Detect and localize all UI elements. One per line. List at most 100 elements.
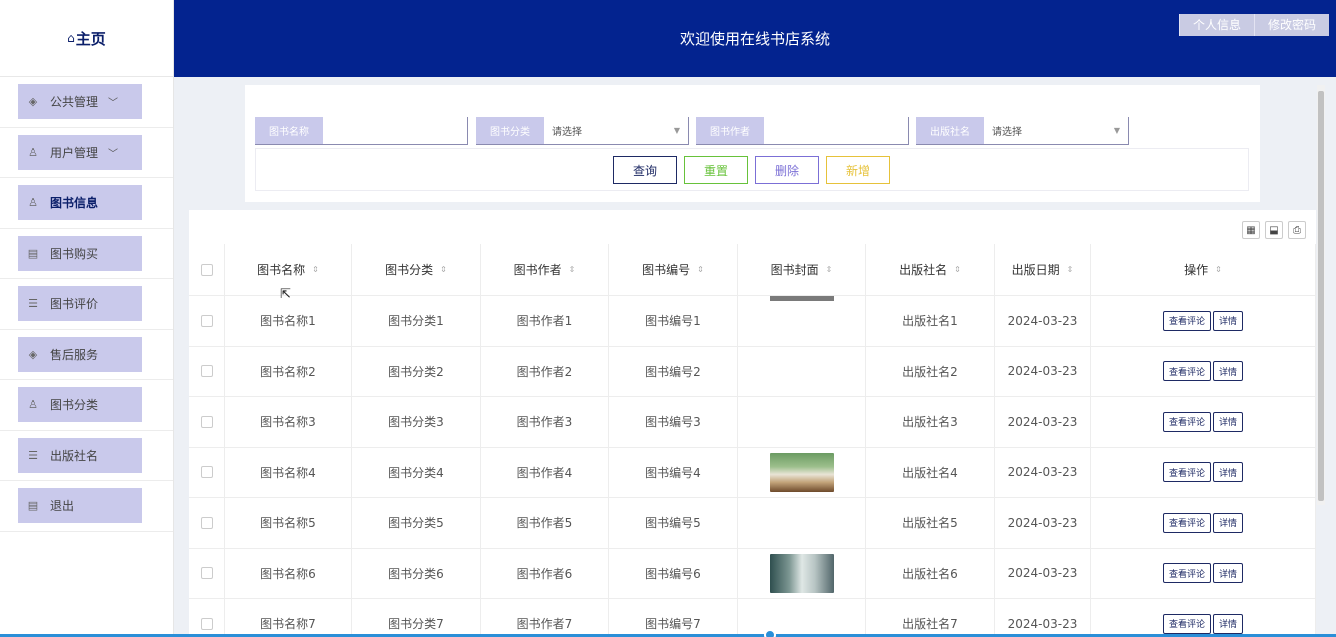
- select-all-cell: [189, 244, 225, 295]
- column-header[interactable]: 图书分类 ⇕: [352, 244, 481, 295]
- row-checkbox[interactable]: [200, 567, 213, 580]
- reset-button[interactable]: 重置: [684, 156, 748, 184]
- table-row[interactable]: 图书名称7 图书分类7 图书作者7 图书编号7 出版社名7 2024-03-23 查看评论详…: [189, 599, 1316, 637]
- table-row[interactable]: 图书名称6 图书分类6 图书作者6 图书编号6 出版社名6 2024-03-23 查看评论详…: [189, 548, 1316, 599]
- sidebar-item-1[interactable]: ♙ 用户管理 ﹀: [18, 134, 142, 170]
- column-header-label: 图书作者: [513, 263, 562, 277]
- row-checkbox[interactable]: [200, 617, 213, 630]
- column-header[interactable]: 操作 ⇕: [1091, 244, 1316, 295]
- page-title: 欢迎使用在线书店系统: [679, 30, 830, 48]
- detail-button[interactable]: 详情: [1213, 411, 1244, 432]
- category-select[interactable]: 请选择 ▼: [544, 117, 689, 144]
- book-cover-image: [769, 452, 834, 492]
- sidebar-item-3[interactable]: ▤ 图书购买: [18, 235, 142, 271]
- view-comments-button[interactable]: 查看评论: [1162, 361, 1211, 382]
- sidebar-item-8[interactable]: ▤ 退出: [18, 488, 142, 524]
- view-comments-button[interactable]: 查看评论: [1162, 462, 1211, 483]
- select-all-checkbox[interactable]: [200, 263, 213, 276]
- scrollbar-thumb[interactable]: [1318, 91, 1324, 501]
- sidebar-row: ☰ 出版社名: [0, 431, 173, 481]
- view-comments-button[interactable]: 查看评论: [1162, 411, 1211, 432]
- table-row[interactable]: 图书名称5 图书分类5 图书作者5 图书编号5 出版社名5 2024-03-23 查看评论详…: [189, 498, 1316, 549]
- table-row[interactable]: 图书名称4 图书分类4 图书作者4 图书编号4 出版社名4 2024-03-23 查看评论详…: [189, 447, 1316, 498]
- column-header[interactable]: 图书作者 ⇕: [481, 244, 609, 295]
- detail-button[interactable]: 详情: [1213, 361, 1244, 382]
- row-checkbox[interactable]: [200, 365, 213, 378]
- sort-icon[interactable]: ⇕: [826, 265, 833, 274]
- sort-icon[interactable]: ⇕: [1215, 265, 1222, 274]
- add-button[interactable]: 新增: [826, 156, 890, 184]
- sort-icon[interactable]: ⇕: [569, 265, 576, 274]
- sort-icon[interactable]: ⇕: [440, 265, 447, 274]
- query-button[interactable]: 查询: [613, 156, 677, 184]
- cell-date: 2024-03-23: [995, 599, 1091, 637]
- view-comments-button[interactable]: 查看评论: [1162, 310, 1211, 331]
- chevron-down-icon: ﹀: [108, 98, 119, 110]
- column-header-label: 出版社名: [899, 263, 948, 277]
- sidebar-row: ♙ 用户管理 ﹀: [0, 128, 173, 178]
- column-header[interactable]: 图书封面 ⇕: [738, 244, 866, 295]
- row-checkbox[interactable]: [200, 466, 213, 479]
- table-row[interactable]: 图书名称3 图书分类3 图书作者3 图书编号3 出版社名3 2024-03-23 查看评论详…: [189, 397, 1316, 448]
- home-link[interactable]: ⌂ 主页: [0, 0, 173, 77]
- sort-icon[interactable]: ⇕: [312, 265, 319, 274]
- delete-button[interactable]: 删除: [755, 156, 819, 184]
- cell-category: 图书分类6: [352, 548, 481, 598]
- change-password-button[interactable]: 修改密码: [1253, 14, 1329, 36]
- detail-button[interactable]: 详情: [1213, 310, 1244, 331]
- cell-date: 2024-03-23: [995, 447, 1091, 497]
- detail-button[interactable]: 详情: [1213, 563, 1244, 584]
- table-row[interactable]: 图书名称1 图书分类1 图书作者1 图书编号1 出版社名1 2024-03-23 查看评论详…: [189, 296, 1316, 347]
- chevron-down-icon: ▼: [1113, 126, 1120, 135]
- column-header[interactable]: 出版日期 ⇕: [995, 244, 1091, 295]
- view-comments-button[interactable]: 查看评论: [1162, 613, 1211, 634]
- cell-author: 图书作者7: [481, 599, 609, 637]
- sidebar-item-0[interactable]: ◈ 公共管理 ﹀: [18, 84, 142, 120]
- export-icon[interactable]: ⬓: [1265, 221, 1283, 239]
- detail-button[interactable]: 详情: [1213, 462, 1244, 483]
- row-checkbox[interactable]: [200, 415, 213, 428]
- print-icon[interactable]: ⎙: [1288, 221, 1306, 239]
- publisher-placeholder: 请选择: [992, 127, 1022, 138]
- column-header[interactable]: 出版社名 ⇕: [866, 244, 995, 295]
- detail-button[interactable]: 详情: [1213, 512, 1244, 533]
- cell-author: 图书作者2: [481, 346, 609, 396]
- table-row[interactable]: 图书名称2 图书分类2 图书作者2 图书编号2 出版社名2 2024-03-23 查看评论详…: [189, 346, 1316, 397]
- sort-icon[interactable]: ⇕: [954, 265, 961, 274]
- view-comments-button[interactable]: 查看评论: [1162, 563, 1211, 584]
- category-label: 图书分类: [476, 117, 544, 144]
- scrollbar[interactable]: [1317, 85, 1325, 505]
- cell-actions: 查看评论 详情: [1091, 346, 1316, 396]
- sidebar-item-4[interactable]: ☰ 图书评价: [18, 286, 142, 322]
- layers-icon: ◈: [28, 347, 38, 361]
- sidebar-menu: ◈ 公共管理 ﹀ ♙ 用户管理 ﹀ ♙ 图书信息 ▤ 图书购买 ☰ 图书评价 ◈ 售后服务 ♙ 图书分类 ☰ 出版…: [0, 77, 173, 532]
- row-checkbox[interactable]: [200, 516, 213, 529]
- publisher-select[interactable]: 请选择 ▼: [984, 117, 1129, 144]
- header-buttons: 个人信息 修改密码: [1178, 14, 1329, 36]
- sidebar-item-7[interactable]: ☰ 出版社名: [18, 437, 142, 473]
- view-comments-button[interactable]: 查看评论: [1162, 512, 1211, 533]
- sidebar-item-5[interactable]: ◈ 售后服务: [18, 336, 142, 372]
- sidebar-item-2[interactable]: ♙ 图书信息: [18, 185, 142, 221]
- row-select-cell: [189, 548, 225, 598]
- profile-button[interactable]: 个人信息: [1178, 14, 1254, 36]
- cell-code: 图书编号5: [609, 498, 738, 548]
- cell-actions: 查看评论 详情: [1091, 498, 1316, 548]
- column-header-label: 出版日期: [1011, 263, 1060, 277]
- cell-name: 图书名称4: [225, 447, 352, 497]
- cell-author: 图书作者3: [481, 397, 609, 447]
- sidebar-row: ▤ 退出: [0, 481, 173, 532]
- row-checkbox[interactable]: [200, 314, 213, 327]
- sort-icon[interactable]: ⇕: [697, 265, 704, 274]
- book-name-input[interactable]: [323, 117, 468, 144]
- columns-icon[interactable]: ▦: [1242, 221, 1260, 239]
- detail-button[interactable]: 详情: [1213, 613, 1244, 634]
- author-input[interactable]: [764, 117, 909, 144]
- publisher-label: 出版社名: [916, 117, 984, 144]
- column-header[interactable]: 图书编号 ⇕: [609, 244, 738, 295]
- cell-author: 图书作者6: [481, 548, 609, 598]
- sort-icon[interactable]: ⇕: [1067, 265, 1074, 274]
- sidebar-item-6[interactable]: ♙ 图书分类: [18, 387, 142, 423]
- cell-cover: [738, 548, 866, 598]
- cell-cover: [738, 397, 866, 447]
